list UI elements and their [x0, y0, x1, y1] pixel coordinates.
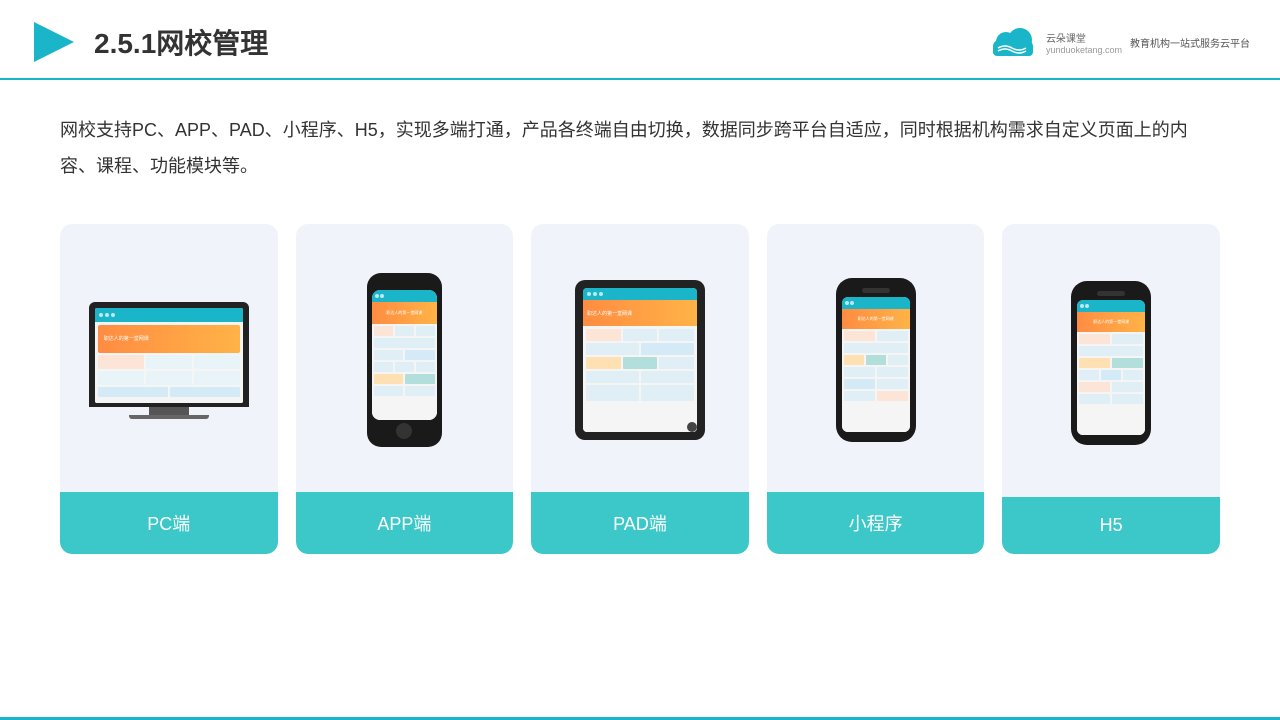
header-left: 2.5.1网校管理: [30, 18, 268, 66]
card-miniprogram-label: 小程序: [767, 492, 985, 554]
card-app-image: 职达人的第一堂网课: [296, 224, 514, 492]
platform-cards: 职达人的第一堂网课: [0, 204, 1280, 584]
h5-phone-mockup: 职达人的第一堂网课: [1071, 281, 1151, 445]
card-h5: 职达人的第一堂网课: [1002, 224, 1220, 554]
logo-url: yunduoketang.com: [1046, 45, 1122, 55]
card-app-label: APP端: [296, 492, 514, 554]
description-text: 网校支持PC、APP、PAD、小程序、H5，实现多端打通，产品各终端自由切换，数…: [0, 80, 1280, 204]
card-pc-image: 职达人的第一堂网课: [60, 224, 278, 492]
card-pc: 职达人的第一堂网课: [60, 224, 278, 554]
card-app: 职达人的第一堂网课: [296, 224, 514, 554]
card-h5-image: 职达人的第一堂网课: [1002, 224, 1220, 497]
logo-name: 云朵课堂: [1046, 30, 1122, 45]
pad-tablet-mockup: 职达人的第一堂网课: [575, 280, 705, 440]
play-icon: [30, 18, 78, 66]
logo-area: 云朵课堂 yunduoketang.com 教育机构一站式服务云平台: [988, 24, 1250, 60]
miniprogram-phone-mockup: 职达人的第一堂网课: [836, 278, 916, 442]
logo-tagline: 教育机构一站式服务云平台: [1130, 35, 1250, 50]
card-pad: 职达人的第一堂网课: [531, 224, 749, 554]
card-pad-image: 职达人的第一堂网课: [531, 224, 749, 492]
header: 2.5.1网校管理 云朵课堂 yunduoketang.com 教育机构一站式服…: [0, 0, 1280, 80]
pc-mockup: 职达人的第一堂网课: [89, 302, 249, 419]
cloud-logo-icon: [988, 24, 1038, 60]
card-miniprogram-image: 职达人的第一堂网课: [767, 224, 985, 492]
page-title: 2.5.1网校管理: [94, 22, 268, 62]
card-h5-label: H5: [1002, 497, 1220, 554]
card-pc-label: PC端: [60, 492, 278, 554]
app-phone-mockup: 职达人的第一堂网课: [367, 273, 442, 447]
logo-text-area: 云朵课堂 yunduoketang.com: [1046, 30, 1122, 55]
card-miniprogram: 职达人的第一堂网课: [767, 224, 985, 554]
card-pad-label: PAD端: [531, 492, 749, 554]
description-paragraph: 网校支持PC、APP、PAD、小程序、H5，实现多端打通，产品各终端自由切换，数…: [60, 112, 1220, 184]
